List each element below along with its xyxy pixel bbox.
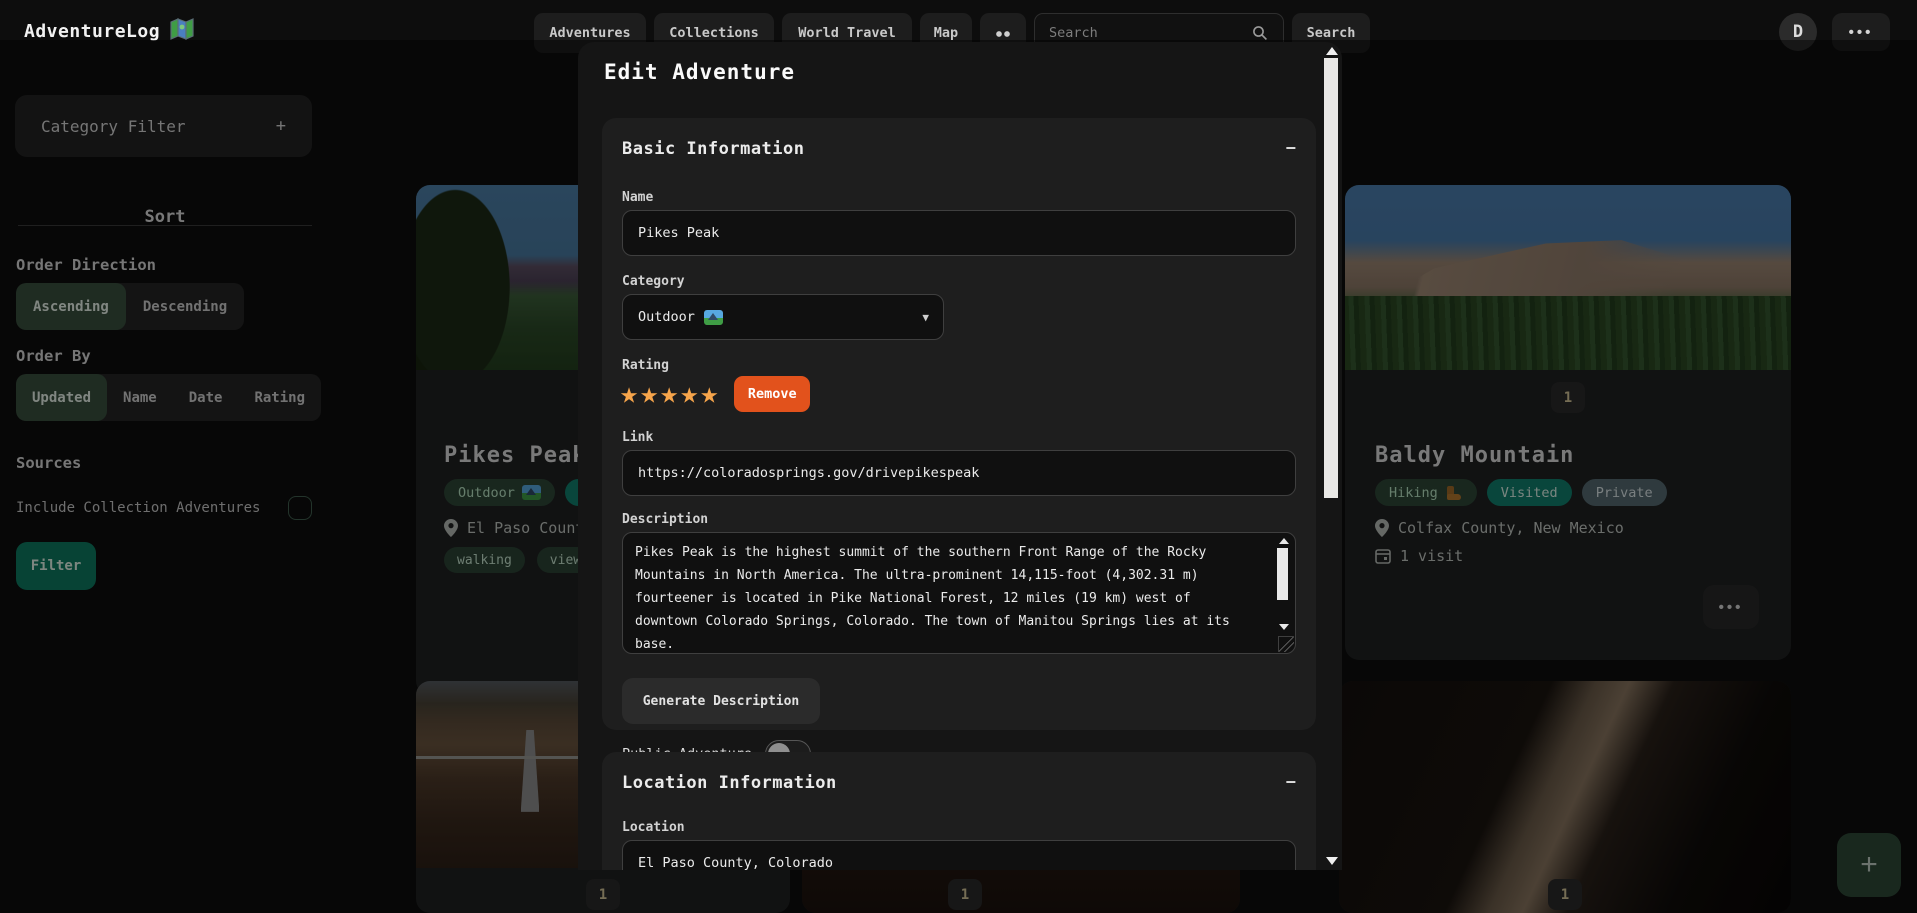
- link-input[interactable]: [622, 450, 1296, 496]
- scroll-down-icon[interactable]: [1326, 857, 1338, 865]
- category-select[interactable]: Outdoor ▼: [622, 294, 944, 340]
- category-label: Category: [622, 274, 685, 289]
- scroll-up-icon[interactable]: [1279, 538, 1289, 544]
- modal-title: Edit Adventure: [604, 60, 795, 84]
- rating-stars: ★ ★ ★ ★ ★ Remove: [620, 376, 810, 412]
- quote-icon: [996, 31, 1010, 37]
- star-icon[interactable]: ★: [680, 379, 698, 409]
- description-textarea[interactable]: Pikes Peak is the highest summit of the …: [622, 532, 1296, 654]
- section-title: Location Information: [622, 773, 837, 793]
- edit-adventure-modal: Edit Adventure Basic Information − Name …: [578, 42, 1342, 870]
- modal-scrollbar[interactable]: [1322, 42, 1340, 870]
- collapse-section-button[interactable]: −: [1285, 138, 1296, 159]
- scrollbar-thumb[interactable]: [1277, 548, 1288, 600]
- park-emoji-icon: [704, 310, 723, 325]
- generate-description-button[interactable]: Generate Description: [622, 678, 820, 724]
- scroll-down-icon[interactable]: [1279, 624, 1289, 630]
- section-title: Basic Information: [622, 139, 805, 159]
- ellipsis-icon: •••: [1849, 24, 1874, 41]
- location-information-section: Location Information − Location: [602, 752, 1316, 870]
- star-icon[interactable]: ★: [700, 379, 718, 409]
- name-input[interactable]: [622, 210, 1296, 256]
- star-icon[interactable]: ★: [620, 379, 638, 409]
- rating-label: Rating: [622, 358, 669, 373]
- scroll-up-icon[interactable]: [1326, 47, 1338, 55]
- star-icon[interactable]: ★: [660, 379, 678, 409]
- remove-rating-button[interactable]: Remove: [734, 376, 810, 412]
- location-label: Location: [622, 820, 685, 835]
- chevron-down-icon: ▼: [922, 311, 929, 324]
- name-label: Name: [622, 190, 653, 205]
- star-icon[interactable]: ★: [640, 379, 658, 409]
- resize-handle[interactable]: [1278, 636, 1294, 652]
- app-title: AdventureLog: [24, 21, 160, 42]
- description-label: Description: [622, 512, 708, 527]
- link-label: Link: [622, 430, 653, 445]
- basic-information-section: Basic Information − Name Category Outdoo…: [602, 118, 1316, 730]
- location-input[interactable]: [622, 840, 1296, 870]
- collapse-section-button[interactable]: −: [1285, 772, 1296, 793]
- scrollbar-thumb[interactable]: [1324, 58, 1338, 498]
- textarea-scrollbar[interactable]: [1276, 536, 1292, 652]
